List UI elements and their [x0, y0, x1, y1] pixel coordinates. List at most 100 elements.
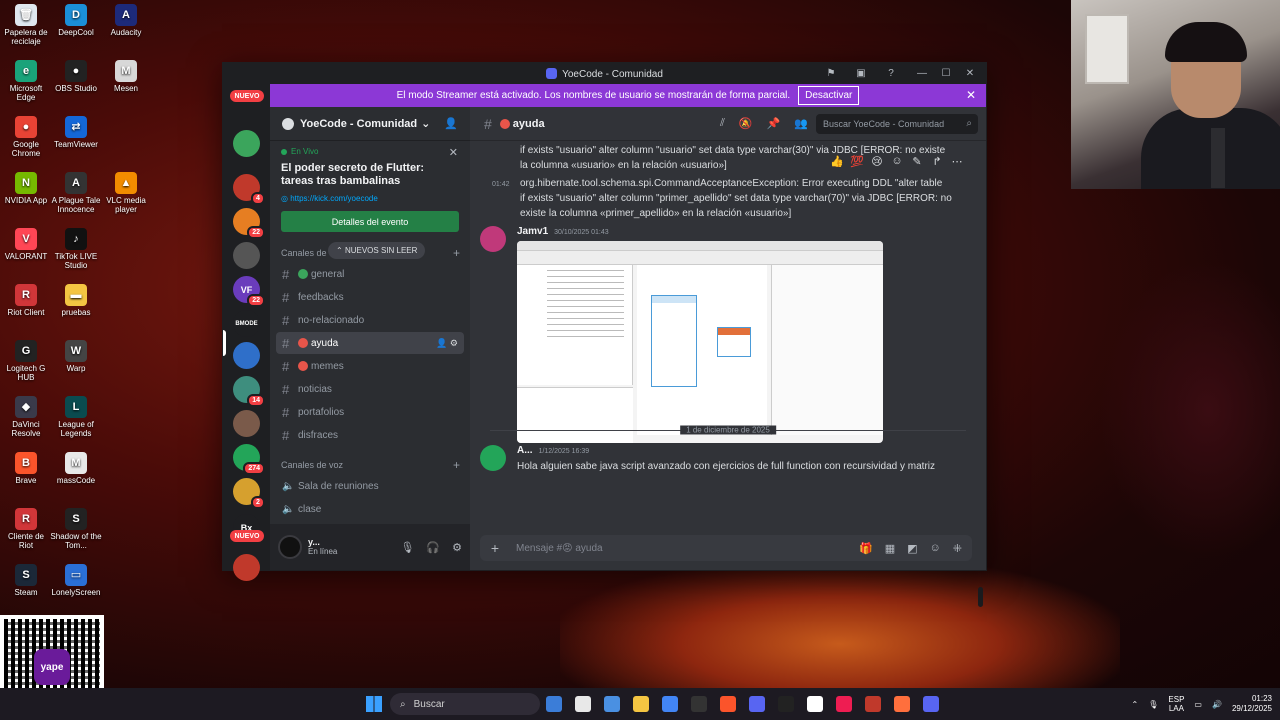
- channel-feedbacks[interactable]: # feedbacks: [276, 286, 464, 308]
- desktop-icon[interactable]: S Steam: [0, 564, 52, 597]
- desktop-icon[interactable]: MmassCode: [50, 452, 102, 485]
- channel-disfraces[interactable]: # disfraces: [276, 424, 464, 446]
- taskbar-app-icon[interactable]: [894, 696, 910, 712]
- avatar[interactable]: [278, 535, 302, 559]
- voice-channel-clase[interactable]: 🔈 clase: [276, 498, 464, 520]
- add-reaction-icon[interactable]: ☺: [890, 155, 904, 168]
- server-icon[interactable]: 2: [233, 478, 265, 509]
- server-icon[interactable]: [233, 554, 260, 581]
- microphone-icon[interactable]: 🎙: [400, 541, 414, 554]
- voice-channels-category[interactable]: Canales de voz +: [270, 456, 470, 474]
- inbox-icon[interactable]: ⚑: [820, 63, 842, 84]
- desktop-icon[interactable]: W Warp: [50, 340, 102, 373]
- server-icon[interactable]: 14: [233, 376, 265, 407]
- sad-face-icon[interactable]: 😢: [870, 155, 884, 168]
- avatar[interactable]: [480, 226, 506, 252]
- close-event-icon[interactable]: ✕: [449, 146, 458, 159]
- more-icon[interactable]: ⋯: [950, 155, 964, 168]
- invite-people-icon[interactable]: 👤: [444, 117, 458, 130]
- taskbar-app-icon[interactable]: [778, 696, 794, 712]
- channel-no-relacionado[interactable]: # no-relacionado: [276, 309, 464, 331]
- taskbar-app-icon[interactable]: [749, 696, 765, 712]
- taskbar-app-icon[interactable]: [865, 696, 881, 712]
- desktop-icon[interactable]: S Shadow of the Tom...: [50, 508, 102, 550]
- taskbar-app-icon[interactable]: [604, 696, 620, 712]
- server-icon[interactable]: [233, 342, 260, 369]
- attach-plus-icon[interactable]: +: [480, 540, 510, 556]
- server-icon[interactable]: [233, 242, 260, 269]
- members-icon[interactable]: 👥: [794, 117, 808, 130]
- search-input[interactable]: Buscar YoeCode - Comunidad ⌕: [816, 113, 978, 134]
- desktop-icon[interactable]: e Microsoft Edge: [0, 60, 52, 102]
- unread-pill[interactable]: ⌃ NUEVOS SIN LEER: [328, 242, 426, 259]
- screen-icon[interactable]: ▣: [850, 63, 872, 84]
- desktop-icon[interactable]: R Cliente de Riot: [0, 508, 52, 550]
- invite-icon[interactable]: 👤: [436, 338, 447, 348]
- server-icon[interactable]: [233, 410, 260, 437]
- desktop-icon[interactable]: R Riot Client: [0, 284, 52, 317]
- sticker-icon[interactable]: ◩: [907, 542, 917, 555]
- taskbar-search[interactable]: ⌕ Buscar: [390, 693, 540, 715]
- event-link[interactable]: ◎ https://kick.com/yoecode: [281, 194, 459, 203]
- desktop-icon[interactable]: A Audacity: [100, 4, 152, 37]
- new-servers-pill-bottom[interactable]: NUEVO: [230, 530, 264, 542]
- language-indicator[interactable]: ESP LAA: [1168, 695, 1184, 713]
- pin-icon[interactable]: 📌: [767, 117, 781, 130]
- maximize-button[interactable]: ☐: [934, 63, 958, 84]
- network-icon[interactable]: ▭: [1194, 700, 1202, 709]
- image-attachment[interactable]: [517, 241, 883, 443]
- text-channels-category[interactable]: Canales de ⌃ NUEVOS SIN LEER +: [270, 242, 470, 262]
- channel-noticias[interactable]: # noticias: [276, 378, 464, 400]
- voice-channel-sala[interactable]: 🔈 Sala de reuniones: [276, 475, 464, 497]
- desktop-icon[interactable]: N NVIDIA App: [0, 172, 52, 205]
- channel-portafolios[interactable]: # portafolios: [276, 401, 464, 423]
- desktop-icon[interactable]: M Mesen: [100, 60, 152, 93]
- gif-icon[interactable]: ▦: [885, 542, 895, 555]
- server-icon[interactable]: [233, 130, 260, 157]
- gear-icon[interactable]: ⚙: [452, 541, 462, 554]
- minimize-button[interactable]: —: [910, 63, 934, 84]
- desktop-icon[interactable]: ● Google Chrome: [0, 116, 52, 158]
- desktop-icon[interactable]: ▲ VLC media player: [100, 172, 152, 214]
- taskbar-app-icon[interactable]: [575, 696, 591, 712]
- microphone-icon[interactable]: 🎙: [1148, 700, 1158, 709]
- threads-icon[interactable]: ⫽: [720, 117, 725, 130]
- channel-ayuda[interactable]: # ayuda 👤 ⚙: [276, 332, 464, 354]
- taskbar-app-icon[interactable]: [720, 696, 736, 712]
- taskbar-app-icon[interactable]: [546, 696, 562, 712]
- server-header[interactable]: YoeCode - Comunidad ⌄ 👤: [270, 107, 470, 141]
- taskbar-app-icon[interactable]: [662, 696, 678, 712]
- message-composer[interactable]: + Mensaje #😡 ayuda 🎁 ▦ ◩ ☺ ⁜: [480, 535, 972, 561]
- emoji-icon[interactable]: ☺: [930, 542, 941, 555]
- desktop-icon[interactable]: ♪ TikTok LIVE Studio: [50, 228, 102, 270]
- server-icon[interactable]: VF 22: [233, 276, 265, 307]
- add-channel-icon[interactable]: +: [453, 458, 460, 472]
- taskbar-app-icon[interactable]: [633, 696, 649, 712]
- taskbar-clock[interactable]: 01:23 29/12/2025: [1232, 694, 1272, 714]
- hundred-icon[interactable]: 💯: [850, 155, 864, 168]
- desktop-icon[interactable]: A A Plague Tale Innocence: [50, 172, 102, 214]
- desktop-icon[interactable]: ● OBS Studio: [50, 60, 102, 93]
- new-servers-pill[interactable]: NUEVO: [230, 90, 264, 102]
- gear-icon[interactable]: ⚙: [450, 338, 458, 348]
- desktop-icon[interactable]: D DeepCool: [50, 4, 102, 37]
- author-name[interactable]: Jamv1: [517, 226, 548, 237]
- volume-icon[interactable]: 🔊: [1212, 700, 1222, 709]
- scrollbar[interactable]: [978, 587, 983, 607]
- add-channel-icon[interactable]: +: [453, 246, 460, 260]
- desktop-icon[interactable]: G Logitech G HUB: [0, 340, 52, 382]
- server-icon[interactable]: 22: [233, 208, 265, 239]
- desktop-icon[interactable]: ⇄ TeamViewer: [50, 116, 102, 149]
- reply-icon[interactable]: ↱: [930, 155, 944, 168]
- server-icon[interactable]: 274: [233, 444, 265, 475]
- avatar[interactable]: [480, 445, 506, 471]
- event-details-button[interactable]: Detalles del evento: [281, 211, 459, 232]
- desktop-icon[interactable]: 🗑 Papelera de reciclaje: [0, 4, 52, 46]
- thumbs-up-icon[interactable]: 👍: [830, 155, 844, 168]
- desktop-icon[interactable]: ▭ LonelyScreen: [50, 564, 102, 597]
- taskbar-app-icon[interactable]: [691, 696, 707, 712]
- channel-memes[interactable]: # memes: [276, 355, 464, 377]
- windows-start-icon[interactable]: [366, 696, 382, 712]
- taskbar-app-icon[interactable]: [836, 696, 852, 712]
- edit-icon[interactable]: ✎: [910, 155, 924, 168]
